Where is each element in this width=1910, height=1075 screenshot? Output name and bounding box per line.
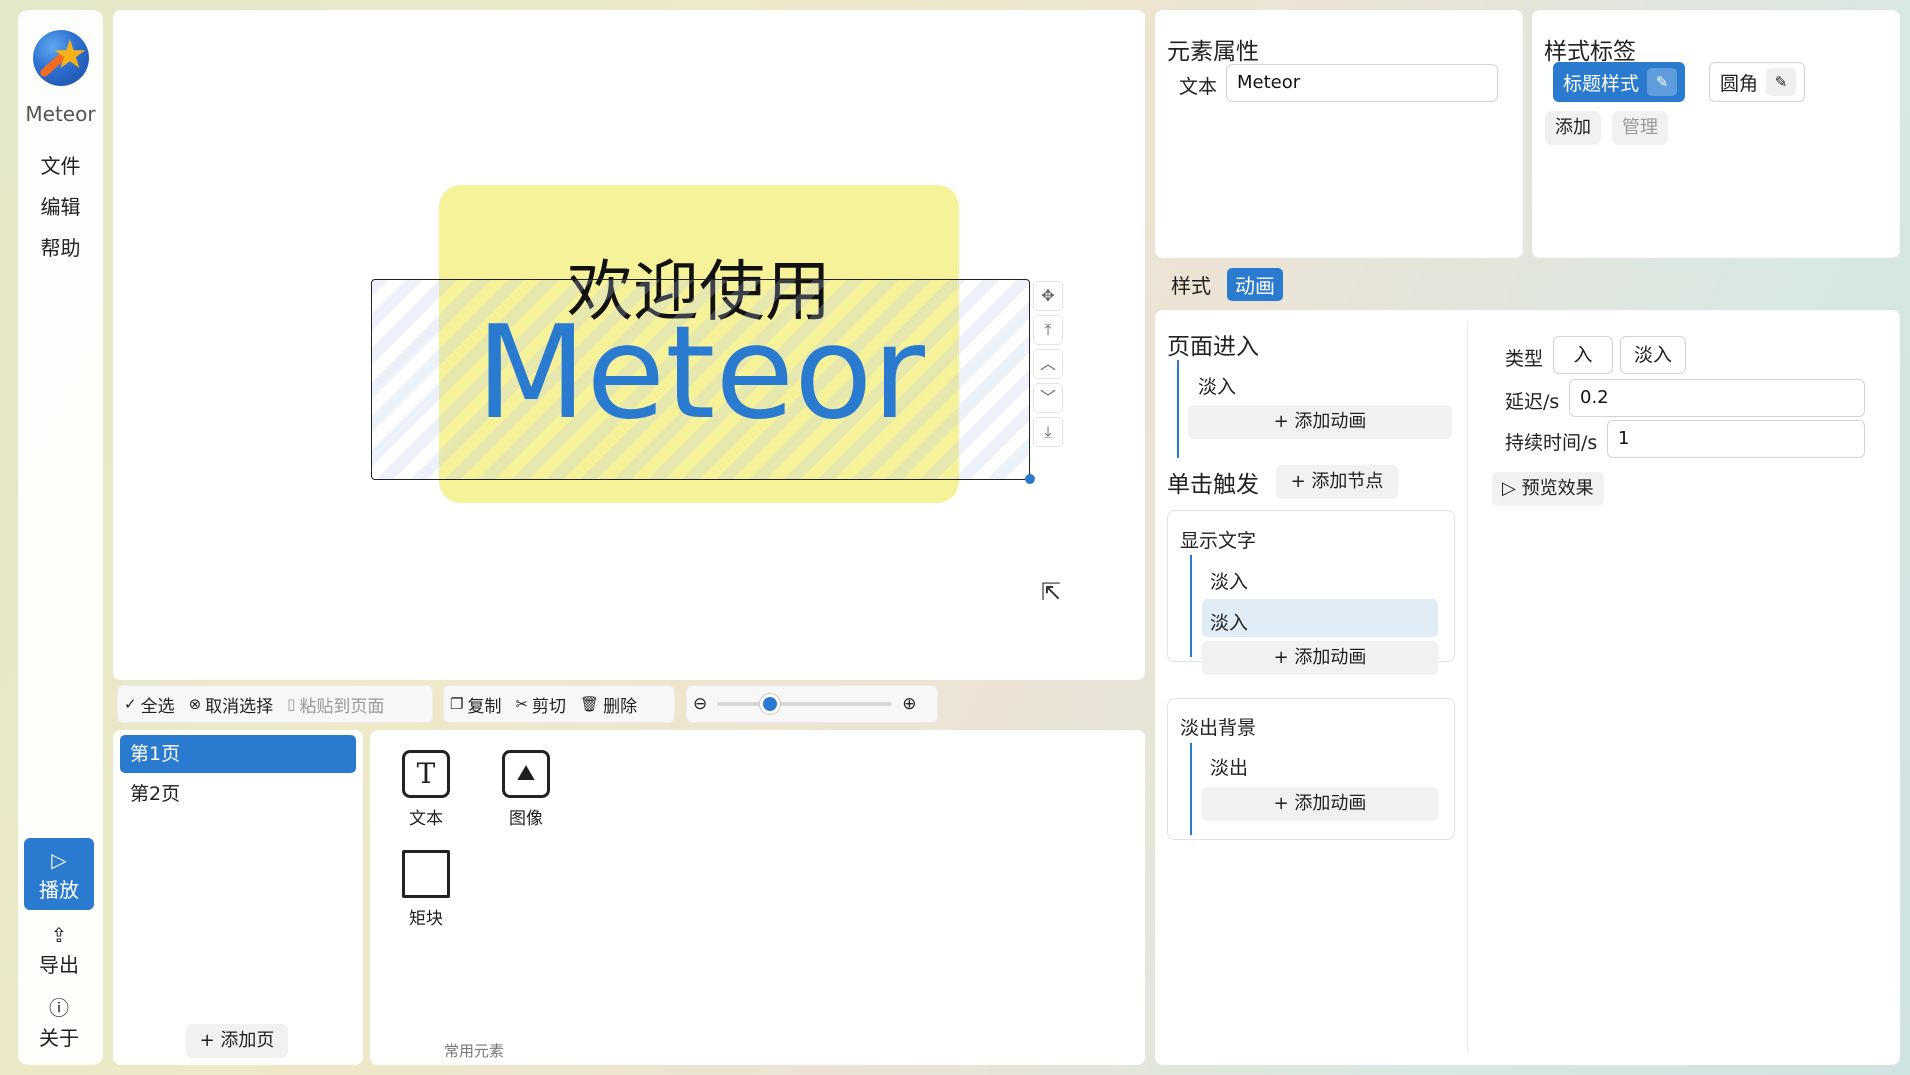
properties-title: 元素属性 — [1167, 39, 1259, 65]
element-text[interactable]: T 文本 — [386, 750, 466, 829]
node-title[interactable]: 淡出背景 — [1180, 713, 1256, 740]
sidebar: ★ Meteor 文件 编辑 帮助 ▷ 播放 ⇪ 导出 ⓘ 关于 — [18, 10, 103, 1065]
add-node-button[interactable]: + 添加节点 — [1276, 465, 1398, 499]
move-icon[interactable]: ✥ — [1033, 281, 1063, 311]
elements-panel: T 文本 ⛰ 图像 矩块 常用元素 — [370, 730, 1145, 1065]
info-icon: ⓘ — [49, 996, 69, 1020]
edit-pencil-icon[interactable]: ✎ — [1766, 68, 1797, 96]
zoom-slider-thumb[interactable] — [759, 694, 780, 714]
cut-button[interactable]: ✂ 剪切 — [515, 692, 566, 717]
element-rectangle[interactable]: 矩块 — [386, 850, 466, 929]
canvas-panel: 欢迎使用 Meteor ✥ ⤒ ︿ ﹀ ⤓ ⇱ — [113, 10, 1145, 680]
text-field-label: 文本 — [1179, 76, 1218, 98]
menu-file[interactable]: 文件 — [18, 150, 103, 179]
zoom-in-icon[interactable]: ⊕ — [902, 694, 916, 714]
click-trigger-title: 单击触发 — [1167, 472, 1259, 498]
delete-button[interactable]: 🗑 删除 — [580, 692, 637, 717]
add-tag-button[interactable]: 添加 — [1545, 111, 1601, 145]
type-option-fade-in[interactable]: 淡入 — [1620, 336, 1686, 374]
meteor-logo-icon: ★ — [33, 30, 89, 86]
play-button[interactable]: ▷ 播放 — [24, 838, 94, 910]
selection-toolbar: ✓ 全选 ⊗ 取消选择 ▯ 粘贴到页面 — [117, 685, 433, 723]
tag-rounded[interactable]: 圆角 ✎ — [1709, 62, 1806, 102]
node-add-anim-button[interactable]: + 添加动画 — [1202, 787, 1438, 821]
move-up-icon[interactable]: ︿ — [1033, 349, 1063, 379]
elements-caption: 常用元素 — [444, 1042, 505, 1060]
edit-toolbar: ❐ 复制 ✂ 剪切 🗑 删除 — [443, 685, 675, 723]
zoom-toolbar: ⊖ ⊕ — [686, 685, 938, 723]
check-icon: ✓ — [124, 695, 137, 713]
page-item-1[interactable]: 第1页 — [120, 735, 356, 773]
deselect-button[interactable]: ⊗ 取消选择 — [189, 692, 274, 717]
rectangle-icon — [402, 850, 450, 898]
duration-input[interactable]: 1 — [1607, 420, 1865, 458]
slide-main-text[interactable]: Meteor — [371, 310, 1030, 438]
resize-handle[interactable] — [1025, 474, 1035, 484]
copy-icon: ❐ — [450, 695, 464, 713]
trash-icon: 🗑 — [580, 695, 600, 713]
export-button[interactable]: ⇪ 导出 — [24, 913, 94, 985]
node-tree-line — [1190, 555, 1192, 657]
node-tree-line — [1190, 743, 1192, 835]
cancel-icon: ⊗ — [188, 695, 202, 713]
zoom-slider[interactable] — [717, 694, 893, 714]
node-add-anim-button[interactable]: + 添加动画 — [1202, 641, 1438, 675]
page-enter-add-anim-button[interactable]: + 添加动画 — [1188, 405, 1452, 439]
text-icon: T — [402, 750, 450, 798]
image-icon: ⛰ — [502, 750, 550, 798]
paste-to-page-button[interactable]: ▯ 粘贴到页面 — [287, 692, 384, 717]
style-tags-title: 样式标签 — [1544, 39, 1636, 65]
app-name: Meteor — [25, 102, 96, 126]
bring-to-front-icon[interactable]: ⤒ — [1033, 315, 1063, 345]
node-anim-item[interactable]: 淡出 — [1210, 753, 1248, 780]
node-show-text: 显示文字 淡入 淡入 + 添加动画 — [1167, 510, 1455, 675]
pages-panel: 第1页 第2页 + 添加页 — [113, 730, 363, 1065]
play-icon: ▷ — [51, 848, 67, 872]
style-tags-panel: 样式标签 标题样式 ✎ 圆角 ✎ 添加 管理 — [1532, 10, 1900, 258]
menu-help[interactable]: 帮助 — [18, 232, 103, 261]
tab-animation[interactable]: 动画 — [1227, 267, 1283, 301]
element-image[interactable]: ⛰ 图像 — [486, 750, 566, 829]
type-label: 类型 — [1505, 348, 1544, 370]
delay-input[interactable]: 0.2 — [1569, 379, 1865, 417]
select-all-button[interactable]: ✓ 全选 — [124, 692, 175, 717]
zoom-out-icon[interactable]: ⊖ — [693, 694, 707, 714]
page-enter-anim-item[interactable]: 淡入 — [1198, 372, 1236, 399]
send-to-back-icon[interactable]: ⤓ — [1033, 417, 1063, 447]
node-fade-background: 淡出背景 淡出 + 添加动画 — [1167, 698, 1455, 840]
properties-panel: 元素属性 文本 Meteor — [1155, 10, 1523, 258]
edit-pencil-icon[interactable]: ✎ — [1647, 68, 1678, 96]
tab-style[interactable]: 样式 — [1163, 268, 1219, 301]
panel-tabs: 样式 动画 — [1163, 266, 1283, 302]
page-enter-title: 页面进入 — [1167, 334, 1259, 360]
export-icon: ⇪ — [50, 923, 68, 947]
tag-title-style[interactable]: 标题样式 ✎ — [1553, 62, 1686, 102]
menu-edit[interactable]: 编辑 — [18, 191, 103, 220]
duration-label: 持续时间/s — [1505, 432, 1598, 454]
page-enter-tree — [1177, 360, 1179, 458]
copy-button[interactable]: ❐ 复制 — [450, 692, 501, 717]
panel-divider — [1467, 322, 1468, 1052]
type-option-in[interactable]: 入 — [1553, 336, 1613, 374]
node-anim-item-selected[interactable]: 淡入 — [1210, 608, 1248, 635]
move-down-icon[interactable]: ﹀ — [1033, 383, 1063, 413]
delay-label: 延迟/s — [1505, 391, 1560, 413]
about-button[interactable]: ⓘ 关于 — [24, 986, 94, 1058]
page-item-2[interactable]: 第2页 — [120, 775, 356, 813]
mouse-cursor-icon: ⇱ — [1041, 578, 1062, 606]
node-title[interactable]: 显示文字 — [1180, 526, 1256, 553]
node-anim-item[interactable]: 淡入 — [1210, 567, 1248, 594]
add-page-button[interactable]: + 添加页 — [186, 1024, 288, 1058]
clipboard-icon: ▯ — [287, 695, 296, 713]
preview-button[interactable]: ▷ 预览效果 — [1492, 472, 1604, 506]
scissors-icon: ✂ — [515, 695, 529, 713]
text-input[interactable]: Meteor — [1226, 64, 1498, 102]
animation-panel: 页面进入 淡入 + 添加动画 单击触发 + 添加节点 显示文字 淡入 淡入 + … — [1155, 310, 1900, 1065]
manage-tags-button[interactable]: 管理 — [1612, 111, 1668, 145]
